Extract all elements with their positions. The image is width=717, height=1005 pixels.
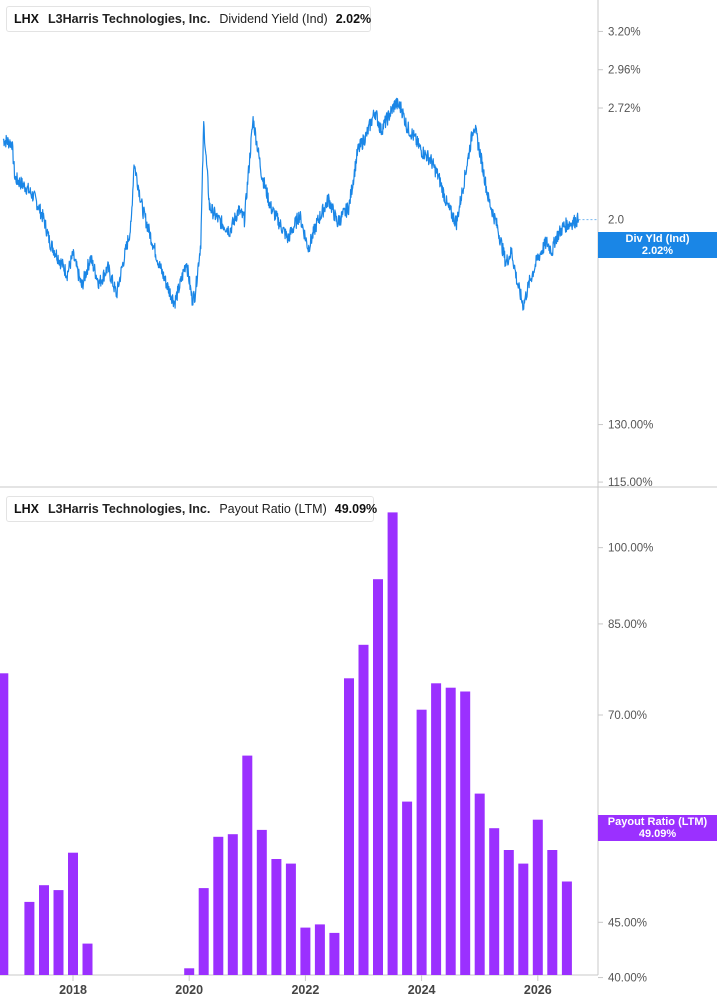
yield-y-tick-label: 3.20% <box>608 26 641 38</box>
payout-bar <box>271 859 282 975</box>
yield-line <box>2 97 580 311</box>
payout-bar <box>532 819 543 975</box>
payout-y-tick-label: 40.00% <box>608 973 647 985</box>
payout-y-tick-label: 130.00% <box>608 420 653 432</box>
payout-y-axis: 130.00%115.00%100.00%85.00%70.00%55.00%4… <box>598 420 653 985</box>
yield-legend-symbol: LHX <box>14 12 39 26</box>
payout-bar <box>213 836 224 975</box>
payout-legend-symbol: LHX <box>14 502 39 516</box>
yield-y-tick-label: 2.72% <box>608 103 641 115</box>
payout-bar <box>503 850 514 975</box>
payout-bar <box>329 932 340 975</box>
x-tick-label: 2018 <box>59 983 87 997</box>
payout-bar <box>358 644 369 975</box>
payout-bar <box>285 863 296 975</box>
payout-bar <box>561 881 572 975</box>
payout-bar <box>489 828 500 975</box>
yield-legend-company: L3Harris Technologies, Inc. <box>48 12 211 26</box>
yield-legend-value: 2.02% <box>335 12 372 26</box>
payout-bar <box>445 687 456 975</box>
payout-bar <box>300 927 311 975</box>
yield-legend[interactable]: LHX L3Harris Technologies, Inc. Dividend… <box>6 6 371 32</box>
yield-y-tick-label: 2.96% <box>608 65 641 77</box>
payout-y-tick-label: 70.00% <box>608 710 647 722</box>
payout-bar <box>416 709 427 975</box>
payout-bar <box>256 829 267 975</box>
payout-bar <box>82 943 93 975</box>
yield-legend-metric: Dividend Yield (Ind) <box>219 12 328 26</box>
payout-bar <box>344 678 354 975</box>
x-tick-label: 2026 <box>524 983 552 997</box>
payout-legend-company: L3Harris Technologies, Inc. <box>48 502 211 516</box>
payout-y-tick-label: 115.00% <box>608 477 653 489</box>
payout-legend[interactable]: LHX L3Harris Technologies, Inc. Payout R… <box>6 496 378 522</box>
payout-bar <box>242 755 253 975</box>
dividend-yield-plot <box>2 97 598 311</box>
payout-bar <box>53 890 64 975</box>
payout-ratio-plot <box>0 512 572 975</box>
yield-last-value-tag: Div Yld (Ind) 2.02% <box>598 232 717 258</box>
x-axis: 2018 2020 2022 2024 2026 <box>59 975 552 997</box>
payout-bar <box>431 683 442 975</box>
payout-bar <box>314 924 325 975</box>
x-tick-label: 2024 <box>408 983 436 997</box>
payout-y-tick-label: 100.00% <box>608 543 653 555</box>
payout-bar <box>547 850 558 975</box>
payout-bar <box>227 834 238 975</box>
payout-bar <box>402 801 413 975</box>
payout-bar <box>518 863 529 975</box>
payout-bar <box>24 901 35 975</box>
x-tick-label: 2022 <box>291 983 319 997</box>
yield-y-tick-label: 2.0 <box>608 215 624 227</box>
yield-y-axis: 3.20% 2.96% 2.72% 2.0 <box>598 26 641 227</box>
yield-tag-label: Div Yld (Ind) <box>625 233 690 245</box>
payout-bar <box>387 512 398 975</box>
payout-last-value-tag: Payout Ratio (LTM) 49.09% <box>598 815 717 841</box>
x-tick-label: 2020 <box>175 983 203 997</box>
payout-bar <box>68 852 78 975</box>
payout-tag-label: Payout Ratio (LTM) <box>607 816 708 828</box>
payout-bar <box>460 691 471 975</box>
payout-bar <box>474 793 485 975</box>
payout-bar <box>39 885 49 975</box>
payout-bar <box>198 888 209 975</box>
yield-tag-value: 2.02% <box>641 245 674 257</box>
payout-y-tick-label: 85.00% <box>608 619 647 631</box>
payout-legend-value: 49.09% <box>334 502 378 516</box>
payout-legend-metric: Payout Ratio (LTM) <box>219 502 327 516</box>
payout-y-tick-label: 45.00% <box>608 917 647 929</box>
payout-bar <box>373 579 383 975</box>
payout-bar <box>0 673 9 975</box>
payout-tag-value: 49.09% <box>638 828 677 840</box>
payout-bar <box>184 968 195 975</box>
